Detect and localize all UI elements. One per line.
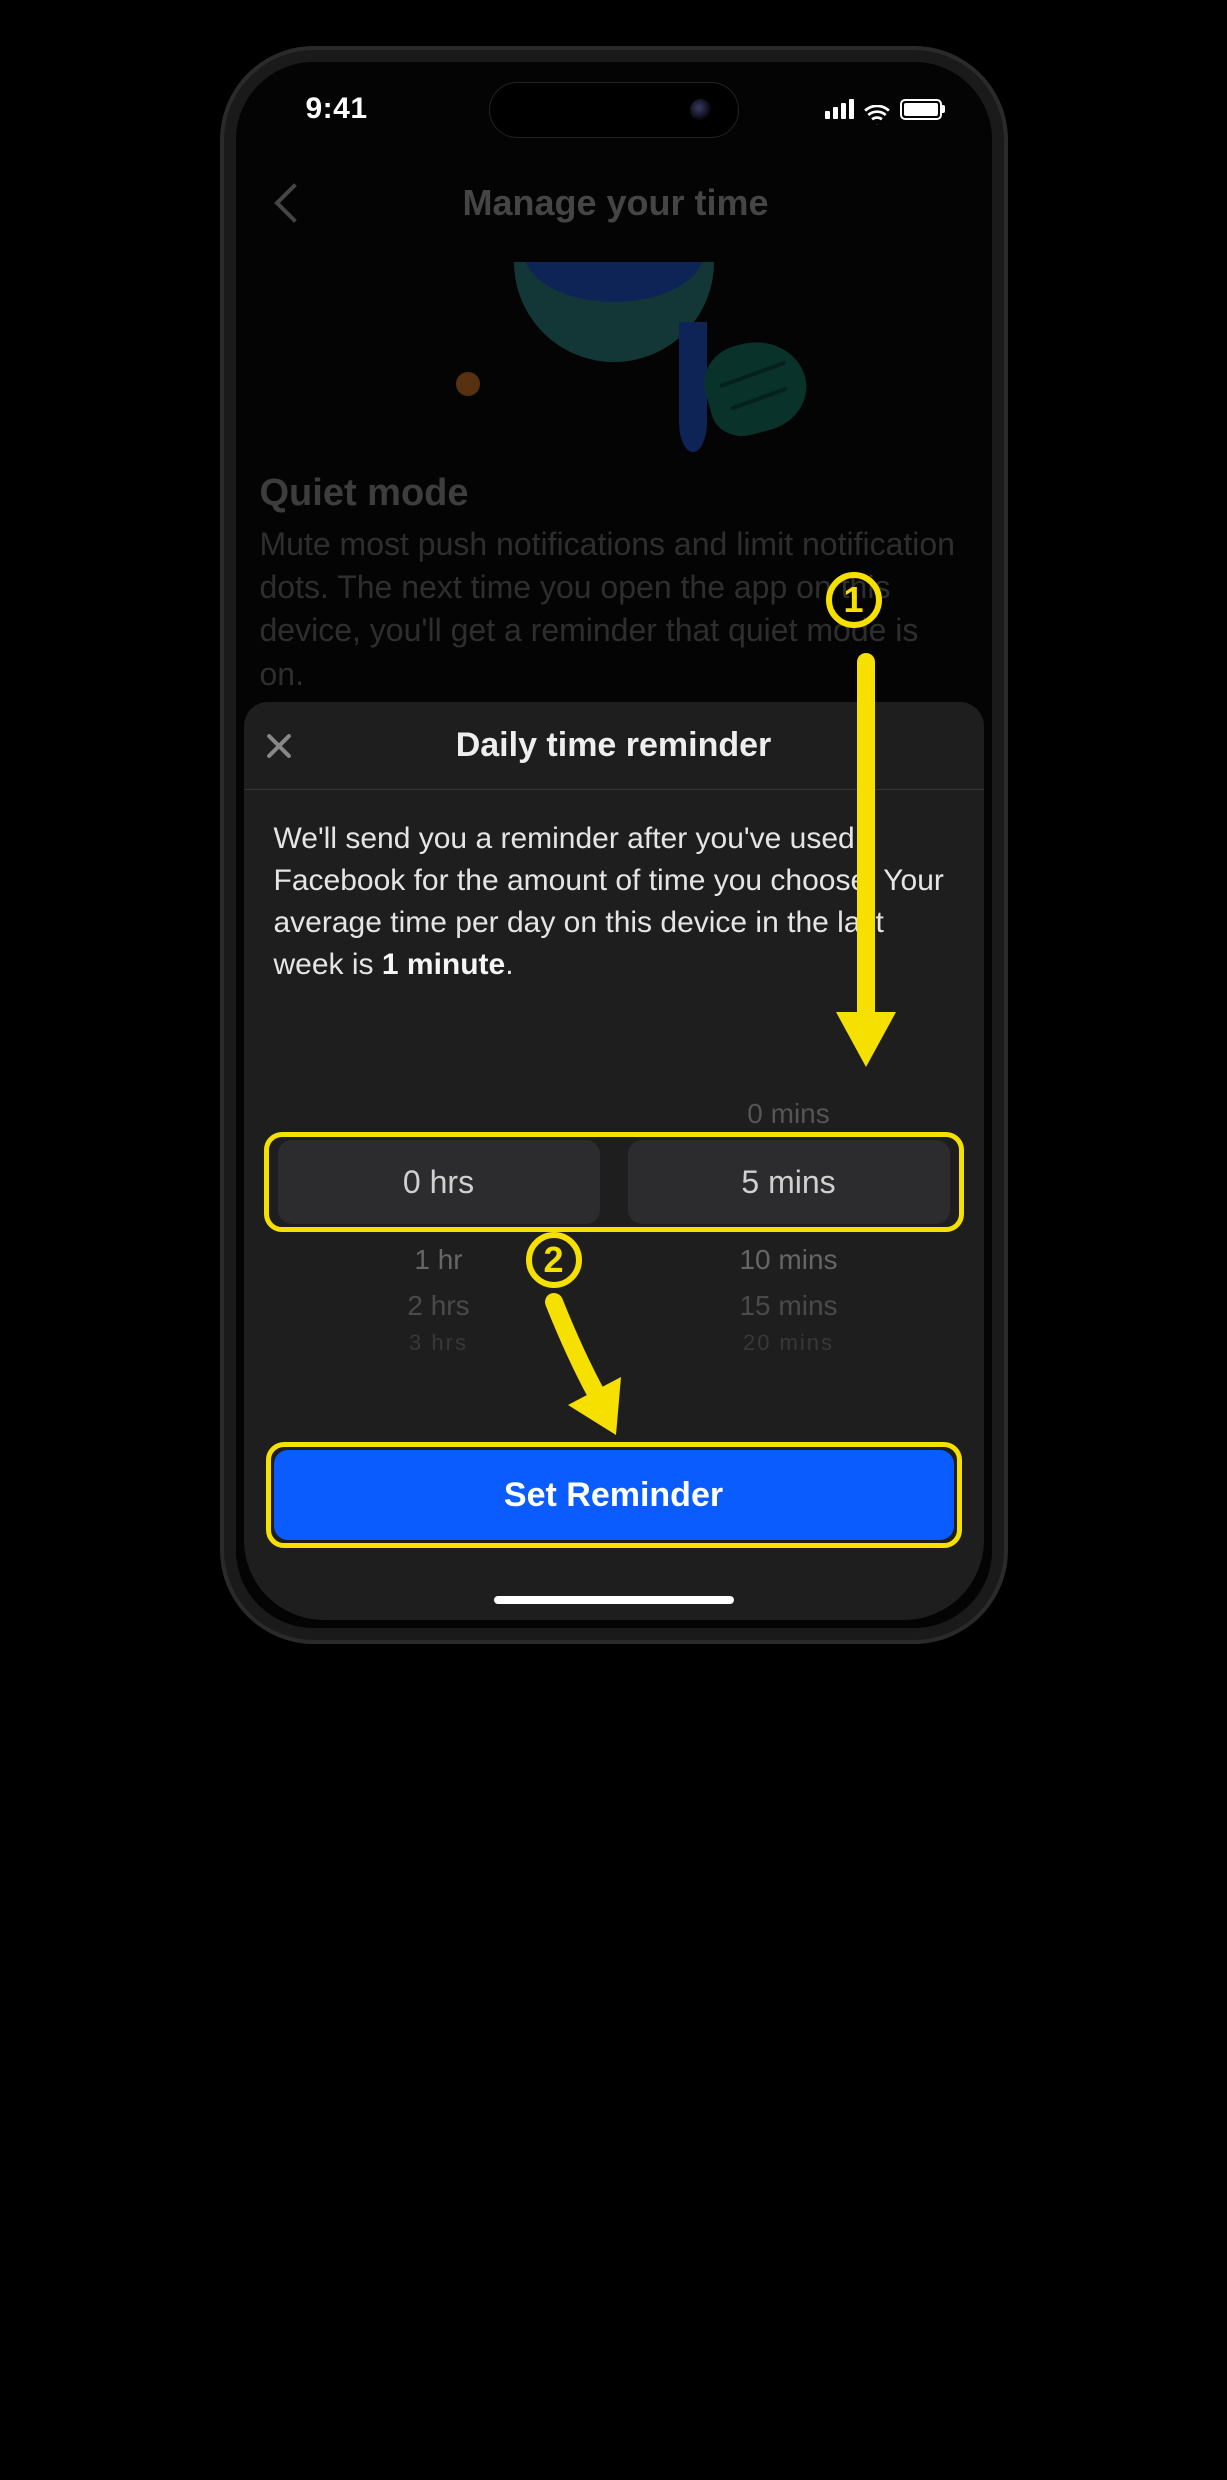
annotation-step-2-badge: 2 bbox=[526, 1232, 582, 1288]
status-time: 9:41 bbox=[306, 92, 368, 126]
minutes-option[interactable]: 20 mins bbox=[624, 1330, 954, 1356]
minutes-option[interactable]: 15 mins bbox=[624, 1290, 954, 1322]
minutes-option[interactable]: 0 mins bbox=[624, 1098, 954, 1130]
annotation-step-1-badge: 1 bbox=[826, 572, 882, 628]
annotation-arrow-2 bbox=[536, 1287, 646, 1447]
home-indicator[interactable] bbox=[494, 1596, 734, 1604]
sheet-body-suffix: . bbox=[505, 948, 513, 981]
dynamic-island bbox=[489, 82, 739, 138]
annotation-arrow-1 bbox=[831, 622, 911, 1082]
minutes-option[interactable]: 10 mins bbox=[624, 1244, 954, 1276]
screen: 9:41 bbox=[236, 62, 992, 1628]
camera-dot bbox=[690, 99, 712, 121]
phone-frame: 9:41 bbox=[224, 50, 1004, 1640]
minutes-selected[interactable]: 5 mins bbox=[628, 1140, 950, 1224]
hours-selected[interactable]: 0 hrs bbox=[278, 1140, 600, 1224]
close-icon[interactable] bbox=[264, 731, 294, 761]
status-icons bbox=[825, 99, 942, 120]
sheet-body-bold: 1 minute bbox=[382, 948, 505, 981]
battery-icon bbox=[900, 99, 942, 120]
minutes-picker-column[interactable]: 0 mins 5 mins 10 mins 15 mins 20 mins bbox=[624, 1092, 954, 1342]
cellular-signal-icon bbox=[825, 99, 854, 119]
wifi-icon bbox=[864, 99, 890, 119]
set-reminder-button[interactable]: Set Reminder bbox=[274, 1450, 954, 1540]
